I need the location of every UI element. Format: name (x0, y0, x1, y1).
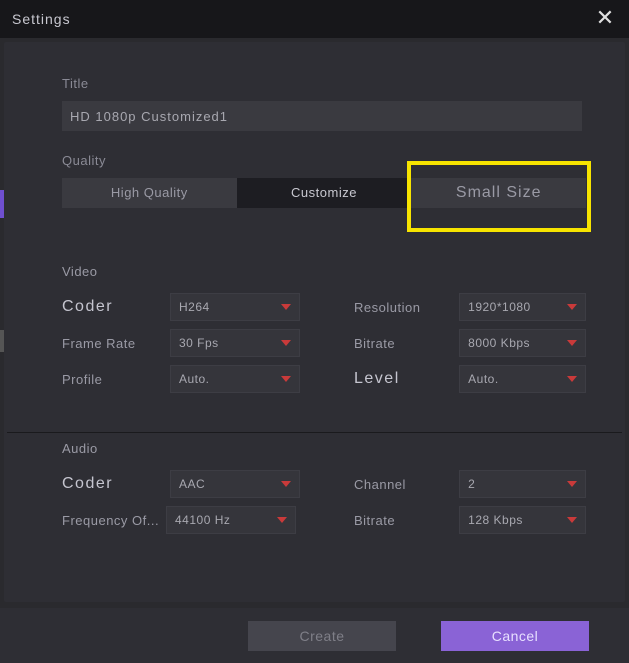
audio-coder-select[interactable]: AAC (170, 470, 300, 498)
video-coder-value: H264 (179, 300, 210, 314)
divider (7, 432, 622, 433)
create-button[interactable]: Create (248, 621, 396, 651)
frequency-value: 44100 Hz (175, 513, 230, 527)
caret-down-icon (281, 304, 291, 310)
window-header: Settings ✕ (0, 0, 629, 38)
resolution-select[interactable]: 1920*1080 (459, 293, 586, 321)
video-bitrate-label: Bitrate (354, 336, 459, 351)
framerate-select[interactable]: 30 Fps (170, 329, 300, 357)
caret-down-icon (281, 340, 291, 346)
video-coder-label: Coder (62, 298, 170, 316)
video-bitrate-select[interactable]: 8000 Kbps (459, 329, 586, 357)
caret-down-icon (567, 376, 577, 382)
profile-label: Profile (62, 372, 170, 387)
audio-coder-label: Coder (62, 475, 170, 493)
settings-window: Settings ✕ Title Quality High Quality Cu… (0, 0, 629, 663)
quality-segmented: High Quality Customize Small Size (62, 178, 586, 208)
caret-down-icon (281, 376, 291, 382)
caret-down-icon (567, 481, 577, 487)
caret-down-icon (567, 304, 577, 310)
profile-value: Auto. (179, 372, 210, 386)
settings-content: Title Quality High Quality Customize Sma… (4, 42, 625, 602)
title-label: Title (62, 76, 625, 91)
channel-select[interactable]: 2 (459, 470, 586, 498)
framerate-label: Frame Rate (62, 336, 170, 351)
audio-bitrate-select[interactable]: 128 Kbps (459, 506, 586, 534)
level-value: Auto. (468, 372, 499, 386)
video-bitrate-value: 8000 Kbps (468, 336, 530, 350)
video-heading: Video (62, 264, 625, 279)
caret-down-icon (277, 517, 287, 523)
footer-bar: Create Cancel (0, 608, 629, 663)
audio-bitrate-label: Bitrate (354, 513, 459, 528)
video-coder-select[interactable]: H264 (170, 293, 300, 321)
level-select[interactable]: Auto. (459, 365, 586, 393)
level-label: Level (354, 370, 459, 388)
framerate-value: 30 Fps (179, 336, 219, 350)
quality-label: Quality (62, 153, 625, 168)
audio-bitrate-value: 128 Kbps (468, 513, 523, 527)
caret-down-icon (281, 481, 291, 487)
resolution-value: 1920*1080 (468, 300, 531, 314)
frequency-label: Frequency Of... (62, 513, 170, 528)
channel-label: Channel (354, 477, 459, 492)
quality-high-button[interactable]: High Quality (62, 178, 237, 208)
close-icon[interactable]: ✕ (593, 7, 617, 31)
channel-value: 2 (468, 477, 475, 491)
caret-down-icon (567, 340, 577, 346)
audio-heading: Audio (62, 441, 625, 456)
caret-down-icon (567, 517, 577, 523)
window-title: Settings (12, 11, 71, 27)
quality-small-button[interactable]: Small Size (411, 178, 586, 208)
frequency-select[interactable]: 44100 Hz (166, 506, 296, 534)
quality-customize-button[interactable]: Customize (237, 178, 412, 208)
resolution-label: Resolution (354, 300, 459, 315)
audio-coder-value: AAC (179, 477, 205, 491)
cancel-button[interactable]: Cancel (441, 621, 589, 651)
title-input[interactable] (62, 101, 582, 131)
profile-select[interactable]: Auto. (170, 365, 300, 393)
